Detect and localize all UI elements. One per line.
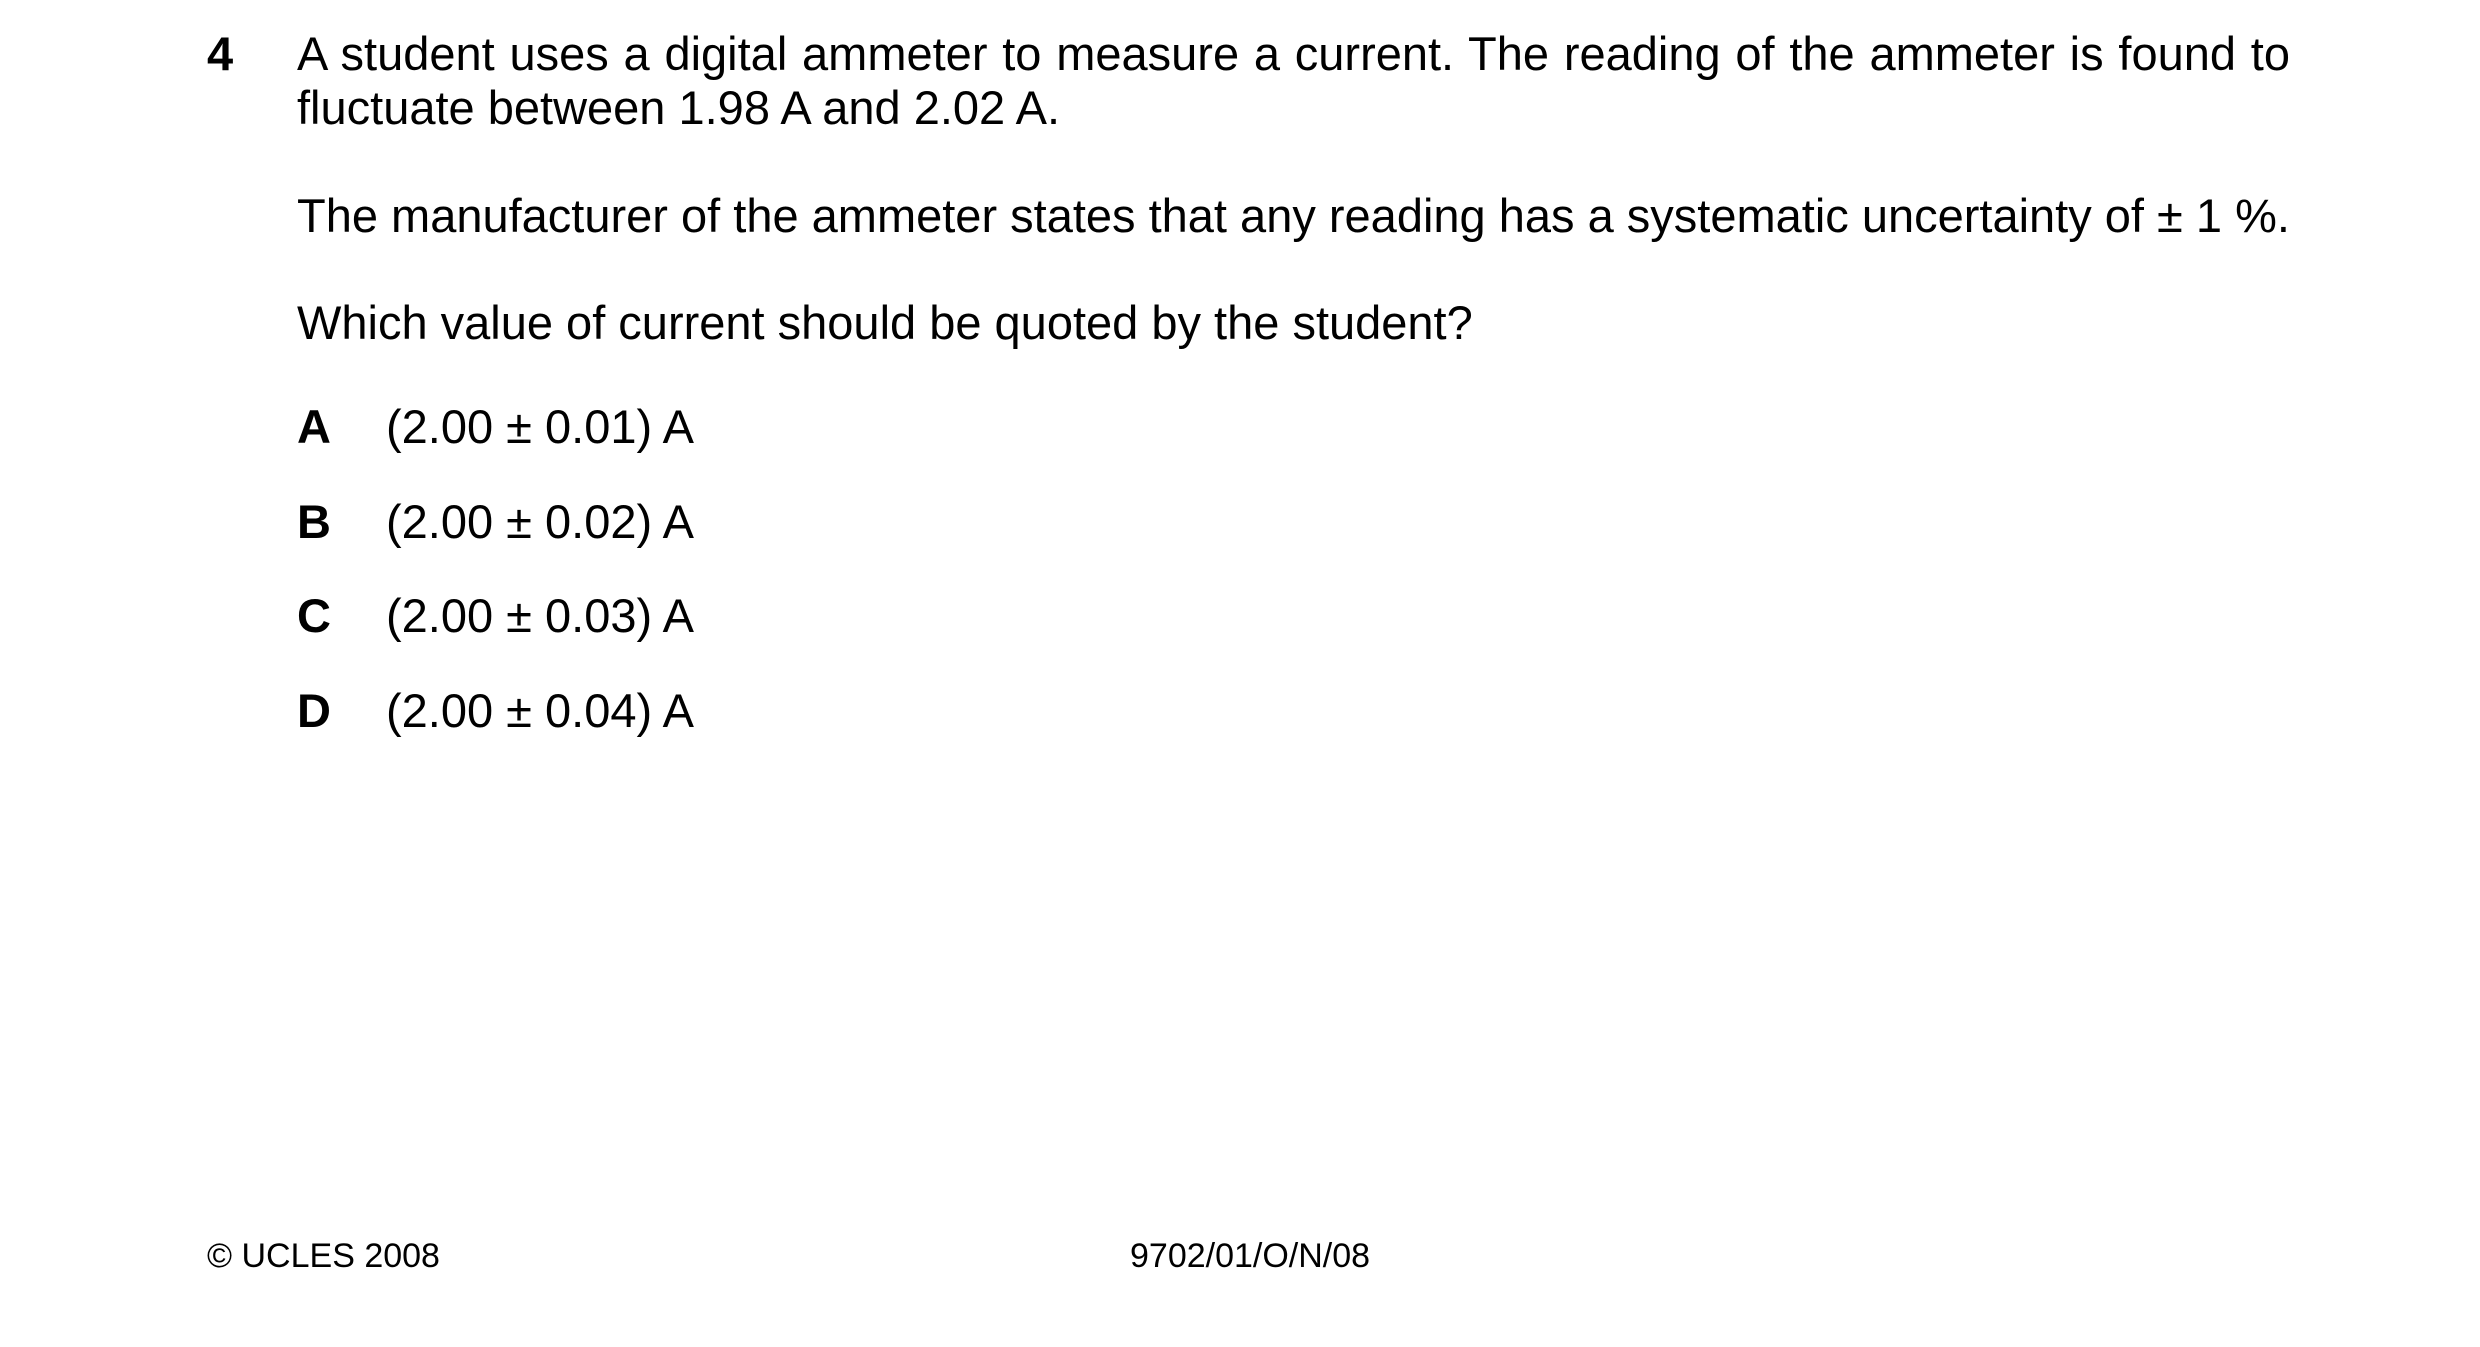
exam-page: 4 A student uses a digital ammeter to me… bbox=[0, 0, 2480, 1347]
option-text: (2.00 ± 0.04) A bbox=[386, 683, 694, 737]
option-letter: A bbox=[297, 400, 331, 453]
option-letter: B bbox=[297, 494, 331, 548]
question-stem: A student uses a digital ammeter to meas… bbox=[297, 27, 2290, 350]
option-letter: C bbox=[297, 589, 331, 642]
question-paragraph-1: A student uses a digital ammeter to meas… bbox=[297, 27, 2290, 134]
paper-code: 9702/01/O/N/08 bbox=[1130, 1237, 1371, 1275]
option-letter: D bbox=[297, 683, 331, 737]
copyright-notice: © UCLES 2008 bbox=[207, 1237, 440, 1275]
option-text: (2.00 ± 0.02) A bbox=[386, 494, 694, 548]
question-prompt: Which value of current should be quoted … bbox=[297, 296, 1473, 349]
option-text: (2.00 ± 0.01) A bbox=[386, 400, 694, 453]
question-number: 4 bbox=[207, 27, 234, 80]
option-text: (2.00 ± 0.03) A bbox=[386, 589, 694, 642]
question-paragraph-2: The manufacturer of the ammeter states t… bbox=[297, 189, 2290, 242]
